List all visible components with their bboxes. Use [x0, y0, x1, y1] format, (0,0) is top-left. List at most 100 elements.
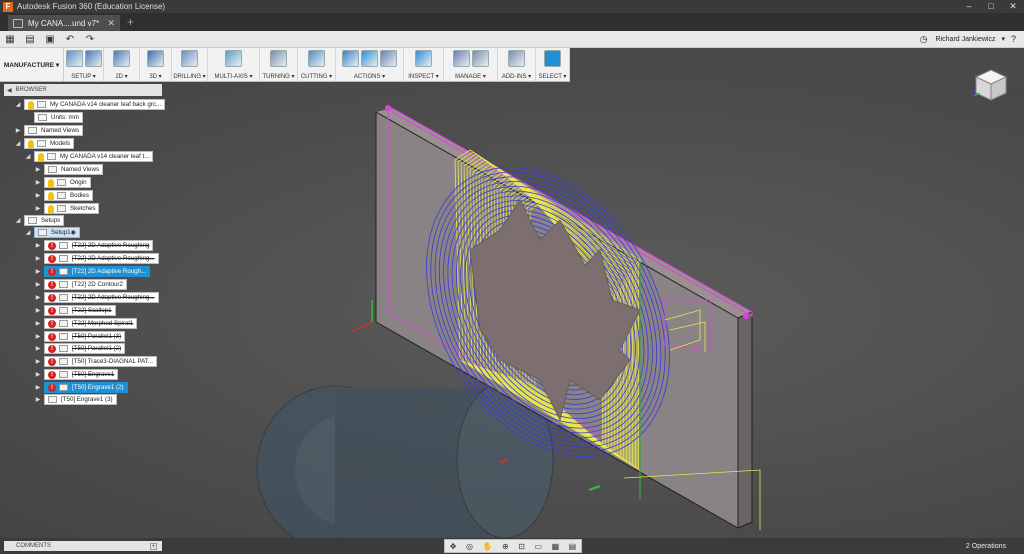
collapse-arrow-icon[interactable]: ◢ [14, 140, 22, 147]
tree-node-box[interactable]: ! [T50] Engrave1 [44, 369, 119, 380]
tree-node[interactable]: ▶! [T50] Engrave1 (2) [34, 382, 128, 393]
visibility-bulb-icon[interactable] [48, 191, 54, 200]
grid-settings-icon[interactable]: ▦ [552, 542, 560, 551]
tree-node-box[interactable]: ! [T50] Parallel1 (2) [44, 343, 126, 354]
tree-node-box[interactable]: Named Views [44, 164, 104, 175]
tree-node[interactable]: ▶! [T50] Parallel1 (3) [34, 331, 126, 342]
tree-node[interactable]: ▶! [T22] 2D Adaptive Rough... [34, 266, 151, 277]
undo-icon[interactable]: ↶ [60, 34, 80, 45]
canvas-viewport[interactable] [0, 82, 1024, 551]
tree-node-box[interactable]: ! [T50] Parallel1 (3) [44, 331, 126, 342]
ribbon-group-label[interactable]: ACTIONS ▾ [354, 73, 385, 80]
collapse-arrow-icon[interactable]: ◢ [14, 217, 22, 224]
tree-node[interactable]: ◢ Setup1 ◉ [24, 227, 81, 238]
tree-node[interactable]: ▶! [T22] 2D Adaptive Roughing... [34, 292, 159, 303]
grid-menu-icon[interactable]: ▦ [0, 34, 20, 45]
tree-node[interactable]: ◢ My CANADA v14 cleaner leaf t... [24, 151, 154, 162]
tree-node[interactable]: ▶! [T22] Scallop1 [34, 305, 116, 316]
pan-icon[interactable]: ✋ [483, 542, 493, 551]
maximize-button[interactable]: □ [980, 1, 1002, 12]
tree-node-box[interactable]: Units: mm [34, 112, 83, 123]
ribbon-group-label[interactable]: DRILLING ▾ [173, 73, 205, 80]
orbit-icon[interactable]: ✥ [450, 542, 457, 551]
tree-node[interactable]: ▶ Sketches [34, 203, 100, 214]
visibility-bulb-icon[interactable] [28, 139, 34, 148]
viewports-icon[interactable]: ▤ [569, 542, 577, 551]
new-tab-button[interactable]: + [127, 15, 134, 29]
zoom-icon[interactable]: ⊕ [502, 542, 509, 551]
expand-arrow-icon[interactable]: ▶ [34, 396, 42, 403]
save-icon[interactable]: ▣ [40, 34, 60, 45]
3d-toolpath-icon[interactable] [147, 50, 164, 67]
active-setup-radio-icon[interactable]: ◉ [71, 229, 76, 236]
user-dropdown-caret[interactable]: ▾ [1001, 35, 1005, 43]
tool-library-icon[interactable] [452, 50, 470, 67]
look-at-icon[interactable]: ◎ [466, 542, 473, 551]
file-menu-icon[interactable]: ▤ [20, 34, 40, 45]
tree-node-box[interactable]: Named Views [24, 125, 84, 136]
tree-node-box[interactable]: ! [T22] Scallop1 [44, 305, 116, 316]
tree-node[interactable]: ▶ Bodies [34, 190, 93, 201]
ribbon-group-label[interactable]: CUTTING ▾ [301, 73, 332, 80]
tree-node-box[interactable]: ! [T22] Morphed Spiral1 [44, 318, 138, 329]
add-comment-icon[interactable]: + [150, 542, 157, 550]
minimize-button[interactable]: – [958, 1, 980, 12]
tree-node[interactable]: ▶ Named Views [14, 125, 84, 136]
tree-node-box[interactable]: ! [T50] Trace3-DIAGNAL PAT... [44, 356, 158, 367]
tree-node-box[interactable]: ! [T22] 2D Adaptive Roughing... [44, 253, 159, 264]
2d-toolpath-icon[interactable] [113, 50, 130, 67]
multi-axis-icon[interactable] [225, 50, 242, 67]
help-icon[interactable]: ? [1011, 34, 1016, 44]
visibility-bulb-icon[interactable] [48, 178, 54, 187]
tree-node[interactable]: ▶! [T22] 2D Adaptive Roughing [34, 240, 154, 251]
fit-icon[interactable]: ⊡ [518, 542, 525, 551]
browser-header[interactable]: ◀ BROWSER [4, 84, 162, 96]
tree-node-box[interactable]: [T50] Engrave1 (3) [44, 394, 117, 405]
tree-node-box[interactable]: ! [T22] 2D Adaptive Roughing [44, 240, 154, 251]
tree-node[interactable]: ▶! [T22] Morphed Spiral1 [34, 318, 138, 329]
expand-arrow-icon[interactable]: ▶ [34, 242, 42, 249]
ribbon-group-label[interactable]: MULTI-AXIS ▾ [215, 73, 253, 80]
tree-node-box[interactable]: My CANADA v14 cleaner leaf back grc... [24, 99, 166, 110]
open-folder-icon[interactable] [84, 50, 102, 67]
tree-node[interactable]: ▶! [T22] 2D Contour2 [34, 279, 127, 290]
ribbon-group-label[interactable]: ADD-INS ▾ [502, 73, 531, 80]
ribbon-group-label[interactable]: SETUP ▾ [71, 73, 96, 80]
cutting-icon[interactable] [308, 50, 325, 67]
job-status-clock-icon[interactable]: ◷ [920, 34, 928, 45]
expand-arrow-icon[interactable]: ▶ [34, 358, 42, 365]
simulate-icon[interactable] [342, 50, 359, 67]
tree-node-box[interactable]: Models [24, 138, 74, 149]
close-tab-icon[interactable]: ✕ [107, 18, 115, 29]
expand-arrow-icon[interactable]: ▶ [34, 384, 42, 391]
document-tab[interactable]: My CANA....und v7* ✕ [8, 15, 120, 31]
close-window-button[interactable]: ✕ [1002, 1, 1024, 12]
tree-node[interactable]: ▶! [T22] 2D Adaptive Roughing... [34, 253, 159, 264]
tree-node-box[interactable]: Bodies [44, 190, 93, 201]
comments-panel[interactable]: COMMENTS + [4, 541, 162, 551]
ribbon-group-label[interactable]: INSPECT ▾ [408, 73, 439, 80]
tree-node-box[interactable]: Setup1 ◉ [34, 227, 81, 238]
post-icon[interactable] [380, 50, 397, 67]
template-icon[interactable] [471, 50, 489, 67]
expand-arrow-icon[interactable]: ▶ [34, 205, 42, 212]
visibility-bulb-icon[interactable] [48, 204, 54, 213]
turning-icon[interactable] [270, 50, 287, 67]
tree-node-box[interactable]: Origin [44, 177, 91, 188]
tree-node[interactable]: ▶ Named Views [34, 164, 104, 175]
tree-node[interactable]: ▶! [T50] Engrave1 [34, 369, 119, 380]
tree-node-box[interactable]: Setups [24, 215, 65, 226]
ribbon-group-label[interactable]: SELECT ▾ [539, 73, 567, 80]
tree-node-box[interactable]: My CANADA v14 cleaner leaf t... [34, 151, 154, 162]
tree-node[interactable]: ▶! [T50] Trace3-DIAGNAL PAT... [34, 356, 158, 367]
collapse-arrow-icon[interactable]: ◢ [24, 153, 32, 160]
expand-arrow-icon[interactable]: ▶ [34, 320, 42, 327]
visibility-bulb-icon[interactable] [38, 152, 44, 161]
user-name[interactable]: Richard Jankiewicz [936, 36, 996, 43]
expand-arrow-icon[interactable]: ▶ [34, 179, 42, 186]
ribbon-group-label[interactable]: MANAGE ▾ [455, 73, 486, 80]
scripts-icon[interactable] [508, 50, 525, 67]
expand-arrow-icon[interactable]: ▶ [34, 192, 42, 199]
tree-node[interactable]: ▶! [T50] Parallel1 (2) [34, 343, 126, 354]
tree-node-box[interactable]: ! [T22] 2D Adaptive Rough... [44, 266, 151, 277]
